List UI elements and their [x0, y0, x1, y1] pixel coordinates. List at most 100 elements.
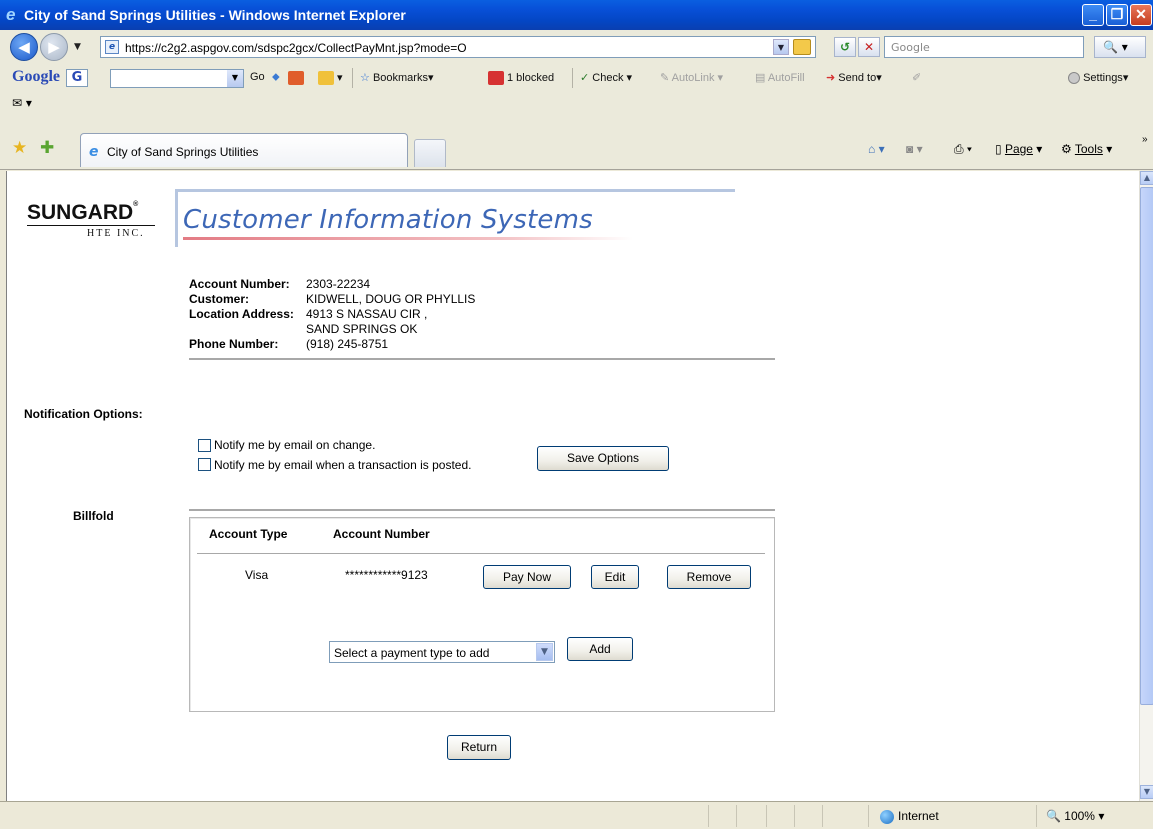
- feeds-icon[interactable]: ◙ ▾: [906, 142, 923, 156]
- address-toolbar: ◀ ▶ ▼ e https://c2g2.aspgov.com/sdspc2gc…: [0, 30, 1153, 64]
- refresh-button[interactable]: ↺: [834, 37, 856, 57]
- scroll-down-icon[interactable]: ▼: [1140, 785, 1153, 799]
- zoom-level[interactable]: 🔍 100% ▾: [1046, 809, 1104, 823]
- save-options-button[interactable]: Save Options: [537, 446, 669, 471]
- window-title-bar: e City of Sand Springs Utilities - Windo…: [0, 0, 1153, 30]
- phone-number-value: (918) 245-8751: [306, 337, 389, 351]
- tab-city-utilities[interactable]: e City of Sand Springs Utilities: [80, 133, 408, 167]
- toolbar-separator: [352, 68, 353, 88]
- google-menu-button[interactable]: G: [66, 69, 88, 87]
- status-bar: Internet 🔍 100% ▾: [0, 801, 1153, 829]
- pay-now-button[interactable]: Pay Now: [483, 565, 571, 589]
- sungard-logo: SUNGARD®: [27, 201, 139, 224]
- address-dropdown-icon[interactable]: ▼: [773, 39, 789, 55]
- status-cell: [736, 805, 737, 827]
- google-toolbar: Google G ▼ Go ⬥ ▾ ☆ Bookmarks▾ 1 blocked…: [0, 64, 1153, 130]
- autolink-button[interactable]: ✎ AutoLink ▾: [660, 71, 723, 84]
- highlight-icon[interactable]: ✐: [912, 71, 921, 84]
- status-cell: [822, 805, 823, 827]
- google-tools-icon[interactable]: ▾: [318, 71, 343, 86]
- payment-type-selected: Select a payment type to add: [334, 646, 490, 660]
- return-button[interactable]: Return: [447, 735, 511, 760]
- google-search-input[interactable]: ▼: [110, 69, 244, 88]
- ie-logo-icon: e: [6, 5, 16, 24]
- account-number-cell: ************9123: [345, 568, 428, 582]
- minimize-button[interactable]: _: [1082, 4, 1104, 26]
- vertical-scrollbar[interactable]: ▲ ▼: [1139, 171, 1153, 801]
- tab-bar: ★ ✚ e City of Sand Springs Utilities ⌂ ▾…: [0, 130, 1153, 170]
- popup-blocker-button[interactable]: 1 blocked: [488, 71, 554, 85]
- settings-button[interactable]: Settings▾: [1068, 71, 1128, 85]
- logo-rule: [27, 225, 155, 226]
- status-cell: [1036, 805, 1037, 827]
- location-address-line2: SAND SPRINGS OK: [306, 322, 418, 336]
- remove-button[interactable]: Remove: [667, 565, 751, 589]
- google-search-dropdown-icon[interactable]: ▼: [227, 70, 243, 87]
- new-tab-button[interactable]: [414, 139, 446, 167]
- status-cell: [794, 805, 795, 827]
- history-dropdown-icon[interactable]: ▼: [74, 42, 81, 52]
- print-icon[interactable]: ⎙ ▾: [954, 142, 972, 157]
- extra-toolbar-icon[interactable]: ✉ ▾: [12, 96, 32, 110]
- column-header-account-number: Account Number: [333, 527, 430, 541]
- back-button[interactable]: ◀: [10, 33, 38, 61]
- scroll-thumb[interactable]: [1140, 187, 1153, 705]
- chevron-down-icon[interactable]: ▼: [536, 643, 553, 661]
- payment-type-select[interactable]: Select a payment type to add ▼: [329, 641, 555, 663]
- notify-posted-checkbox[interactable]: [198, 458, 211, 471]
- tools-menu[interactable]: ⚙ Tools ▾: [1061, 142, 1112, 156]
- tab-label: City of Sand Springs Utilities: [107, 145, 259, 159]
- pagerank-icon[interactable]: [288, 71, 307, 85]
- google-logo: Google: [12, 68, 60, 85]
- status-cell: [868, 805, 869, 827]
- search-placeholder: Google: [891, 41, 930, 54]
- google-go-button[interactable]: Go: [250, 71, 265, 83]
- send-to-button[interactable]: ➜ Send to▾: [826, 71, 882, 84]
- address-bar[interactable]: e https://c2g2.aspgov.com/sdspc2gcx/Coll…: [100, 36, 816, 58]
- page-content: SUNGARD® HTE INC. Customer Information S…: [6, 171, 1139, 801]
- maximize-button[interactable]: ❐: [1106, 4, 1128, 26]
- security-zone[interactable]: Internet: [880, 809, 939, 824]
- autofill-button[interactable]: ▤ AutoFill: [755, 71, 805, 84]
- search-button[interactable]: 🔍 ▾: [1094, 36, 1146, 58]
- account-divider: [189, 358, 775, 360]
- tab-ie-icon: e: [89, 144, 99, 160]
- window-title: City of Sand Springs Utilities - Windows…: [24, 7, 406, 23]
- stop-button[interactable]: ✕: [858, 37, 880, 57]
- toolbar-separator: [572, 68, 573, 88]
- notify-posted-label: Notify me by email when a transaction is…: [214, 458, 472, 472]
- notify-change-checkbox[interactable]: [198, 439, 211, 452]
- location-address-line1: 4913 S NASSAU CIR ,: [306, 307, 428, 321]
- status-cell: [766, 805, 767, 827]
- page-title: Customer Information Systems: [183, 205, 593, 235]
- column-header-account-type: Account Type: [209, 527, 288, 541]
- account-number-value: 2303-22234: [306, 277, 371, 291]
- lock-icon[interactable]: [793, 39, 811, 55]
- spell-check-button[interactable]: ✓ Check ▾: [580, 71, 632, 84]
- scroll-up-icon[interactable]: ▲: [1140, 171, 1153, 185]
- bookmarks-button[interactable]: ☆ Bookmarks▾: [360, 71, 434, 84]
- add-favorite-icon[interactable]: ✚: [40, 138, 54, 158]
- page-menu[interactable]: ▯ Page ▾: [995, 142, 1042, 156]
- google-arrows-icon[interactable]: ⬥: [272, 71, 280, 84]
- edit-button[interactable]: Edit: [591, 565, 639, 589]
- add-button[interactable]: Add: [567, 637, 633, 661]
- billfold-heading: Billfold: [73, 509, 114, 523]
- close-button[interactable]: ✕: [1130, 4, 1152, 26]
- forward-button[interactable]: ▶: [40, 33, 68, 61]
- table-header-divider: [197, 553, 765, 554]
- account-type-cell: Visa: [245, 568, 269, 582]
- billfold-panel: [189, 517, 775, 712]
- notification-options-heading: Notification Options:: [24, 407, 143, 421]
- home-icon[interactable]: ⌂ ▾: [868, 142, 885, 156]
- banner-underline: [183, 237, 633, 240]
- notify-change-label: Notify me by email on change.: [214, 438, 376, 452]
- chevron-more-icon[interactable]: »: [1142, 134, 1148, 145]
- customer-value: KIDWELL, DOUG OR PHYLLIS: [306, 292, 476, 306]
- location-address-label: Location Address:: [189, 307, 294, 321]
- address-url[interactable]: https://c2g2.aspgov.com/sdspc2gcx/Collec…: [125, 41, 467, 55]
- search-input[interactable]: Google: [884, 36, 1084, 58]
- phone-number-label: Phone Number:: [189, 337, 279, 351]
- favorites-star-icon[interactable]: ★: [12, 138, 27, 158]
- logo-subtitle: HTE INC.: [87, 228, 145, 239]
